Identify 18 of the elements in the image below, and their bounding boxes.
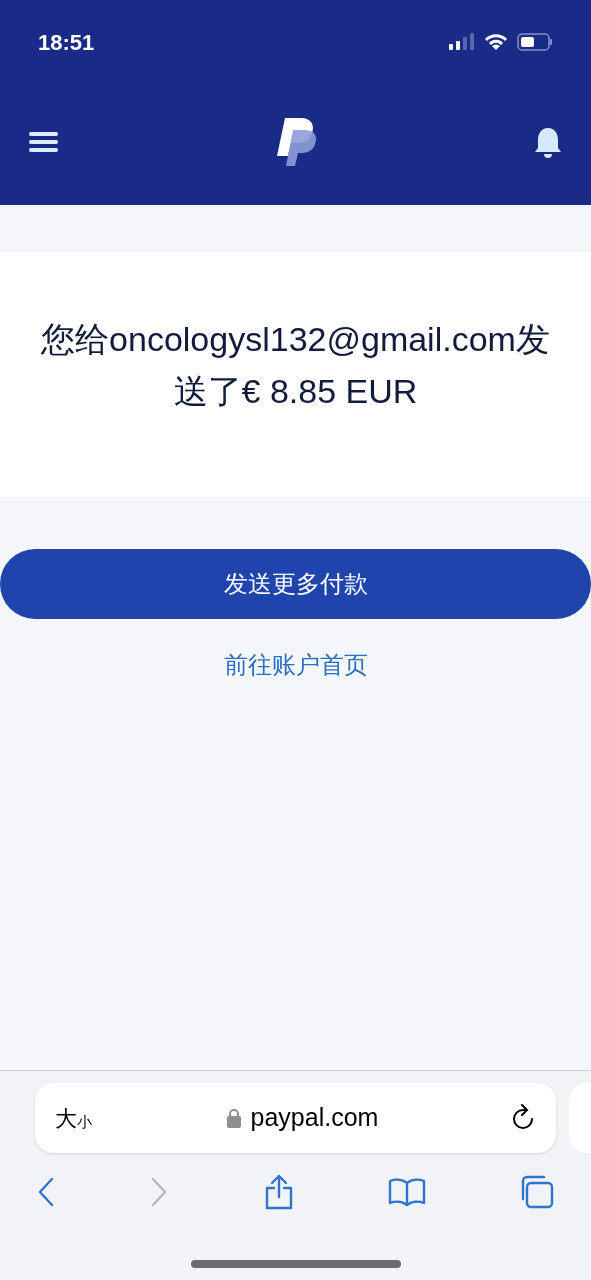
address-bar[interactable]: 大小 paypal.com xyxy=(35,1083,556,1153)
logo-icon xyxy=(276,117,317,166)
wifi-icon xyxy=(483,33,509,51)
lock-icon xyxy=(226,1108,241,1128)
account-home-link[interactable]: 前往账户首页 xyxy=(223,647,368,683)
status-time: 18:51 xyxy=(38,28,95,57)
back-icon[interactable] xyxy=(36,1176,56,1208)
book-icon[interactable] xyxy=(387,1176,426,1208)
url-text: paypal.com xyxy=(250,1102,379,1134)
bell-icon[interactable] xyxy=(533,125,563,158)
reload-icon[interactable] xyxy=(510,1104,536,1132)
signal-icon xyxy=(449,33,475,51)
send-more-button[interactable]: 发送更多付款 xyxy=(0,549,591,619)
menu-icon[interactable] xyxy=(28,130,60,153)
payment-confirmation: 您给oncologysl132@gmail.com发送了€ 8.85 EUR xyxy=(40,318,551,412)
tabs-icon[interactable] xyxy=(519,1174,555,1210)
battery-icon xyxy=(517,33,553,51)
text-size-button[interactable]: 大小 xyxy=(55,1101,115,1135)
